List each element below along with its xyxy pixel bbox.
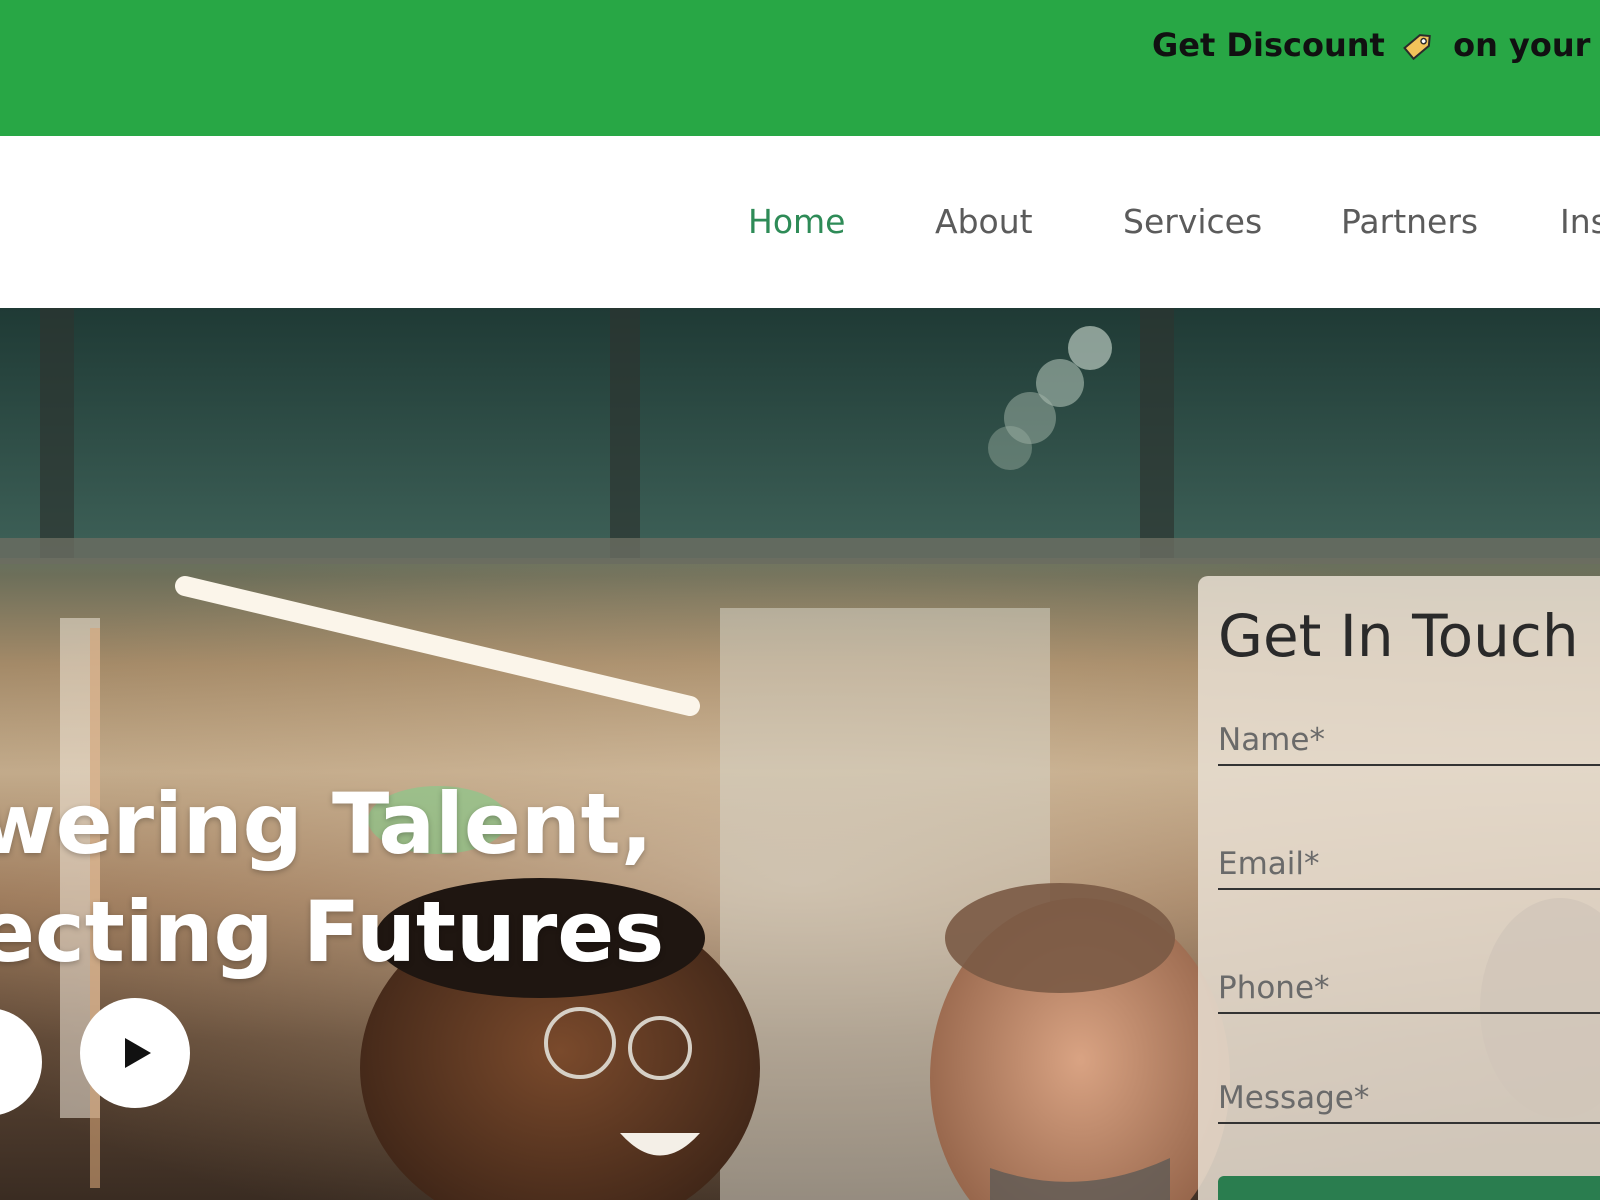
phone-field [1218,962,1600,1014]
nav-item-ins[interactable]: Ins [1560,202,1600,241]
nav-item-about[interactable]: About [935,202,1033,241]
promo-text: Get Discount on your fi [1152,26,1600,64]
promo-text-after: on your fi [1453,26,1600,64]
message-field [1218,1072,1600,1124]
play-icon [125,1038,151,1068]
email-field [1218,838,1600,890]
hero-section: wering Talent, ecting Futures Get In Tou… [0,308,1600,1200]
hero-title-line2: ecting Futures [0,883,665,981]
promo-text-before: Get Discount [1152,26,1385,64]
hero-title: wering Talent, ecting Futures [0,770,664,986]
nav-item-services[interactable]: Services [1123,202,1262,241]
promo-banner: Get Discount on your fi [0,0,1600,136]
contact-title: Get In Touch [1218,602,1579,670]
message-input[interactable] [1218,1080,1600,1116]
hero-title-line1: wering Talent, [0,775,653,873]
main-nav: Home About Services Partners Ins [0,136,1600,308]
phone-input[interactable] [1218,970,1600,1006]
nav-item-home[interactable]: Home [748,202,845,241]
play-button[interactable] [80,998,190,1108]
contact-form: Get In Touch [1198,576,1600,1200]
nav-item-partners[interactable]: Partners [1341,202,1478,241]
email-input[interactable] [1218,846,1600,882]
name-field [1218,714,1600,766]
submit-button[interactable] [1218,1176,1600,1200]
tag-icon [1400,28,1438,62]
name-input[interactable] [1218,722,1600,758]
